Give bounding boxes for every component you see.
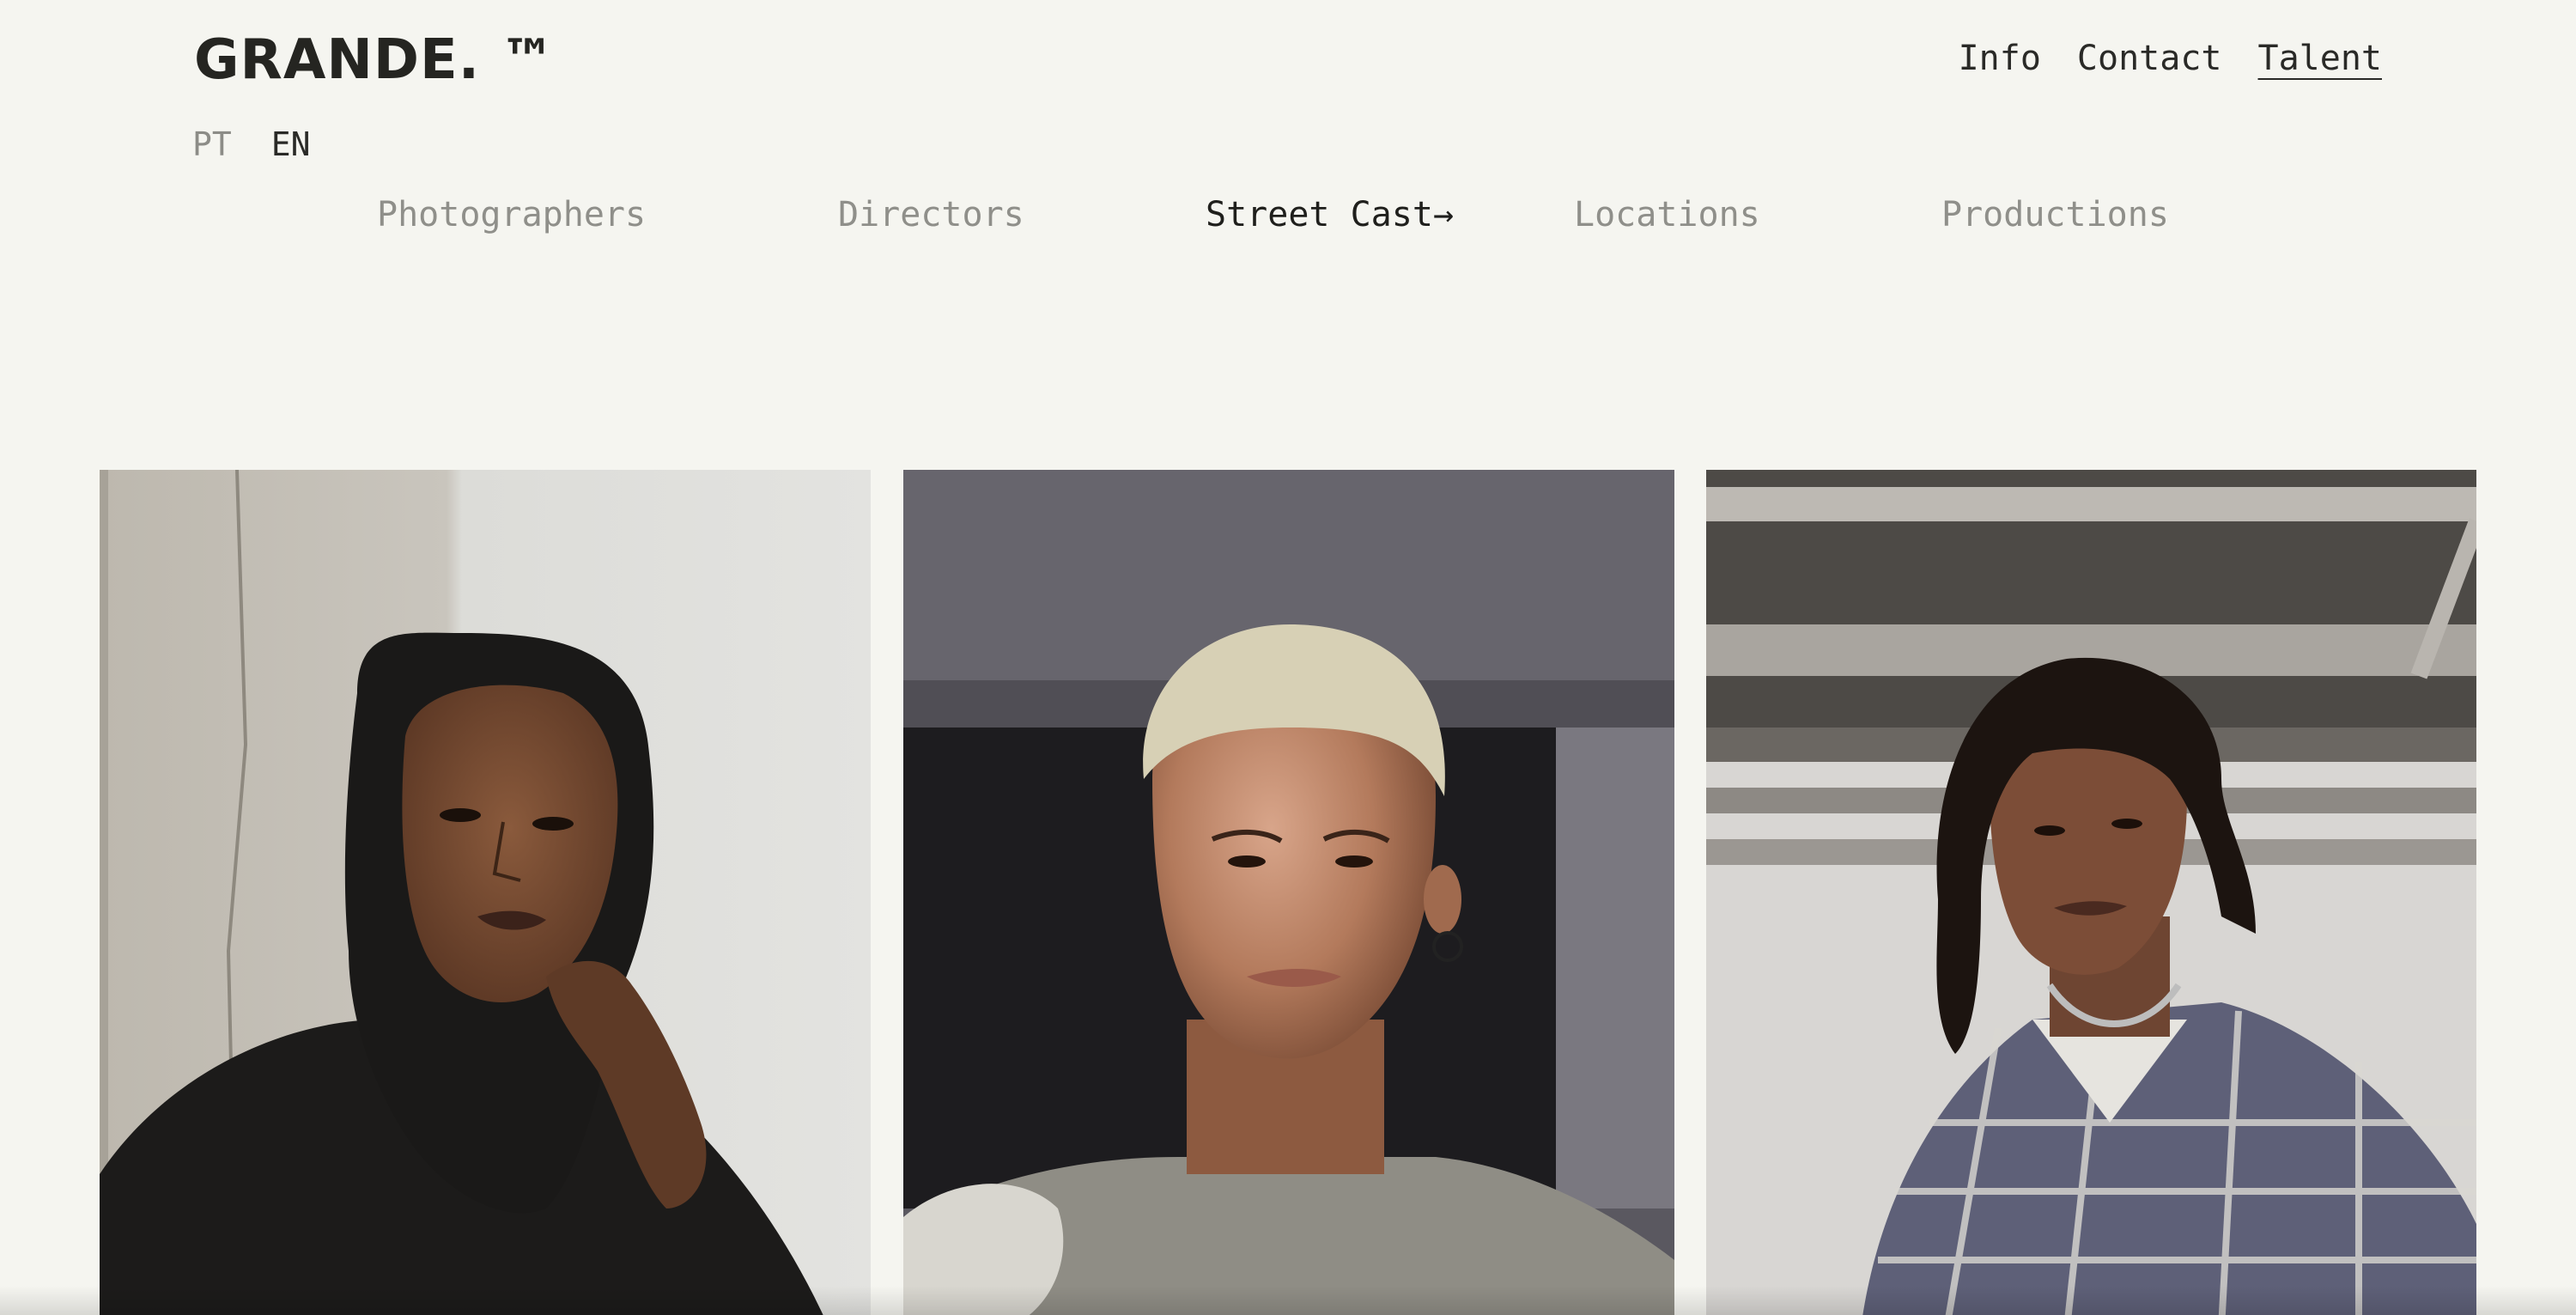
talent-photo-bleached-hair xyxy=(903,470,1674,1315)
category-photographers-link[interactable]: Photographers xyxy=(377,191,646,239)
talent-photo-dreadlocks xyxy=(1706,470,2476,1315)
talent-card-portrait[interactable] xyxy=(1706,470,2476,1315)
language-switcher: PT EN xyxy=(192,122,311,167)
nav-contact-link[interactable]: Contact xyxy=(2077,34,2222,82)
nav-talent-link[interactable]: Talent xyxy=(2258,34,2383,82)
language-en-option[interactable]: EN xyxy=(271,122,311,167)
talent-card-portrait[interactable] xyxy=(100,470,871,1315)
talent-card-portrait[interactable] xyxy=(903,470,1674,1315)
category-street-cast-link[interactable]: Street Cast→ xyxy=(1206,191,1454,239)
category-productions-link[interactable]: Productions xyxy=(1941,191,2169,239)
talent-gallery xyxy=(100,470,2476,1315)
brand-logo[interactable]: GRANDE. ™ xyxy=(194,26,556,94)
language-pt-option[interactable]: PT xyxy=(192,122,232,167)
category-navigation: Photographers Directors Street Cast→ Loc… xyxy=(0,191,2576,239)
category-locations-link[interactable]: Locations xyxy=(1574,191,1760,239)
nav-info-link[interactable]: Info xyxy=(1959,34,2041,82)
talent-photo-hijab xyxy=(100,470,871,1315)
category-directors-link[interactable]: Directors xyxy=(838,191,1024,239)
top-navigation: Info Contact Talent xyxy=(1959,34,2382,82)
